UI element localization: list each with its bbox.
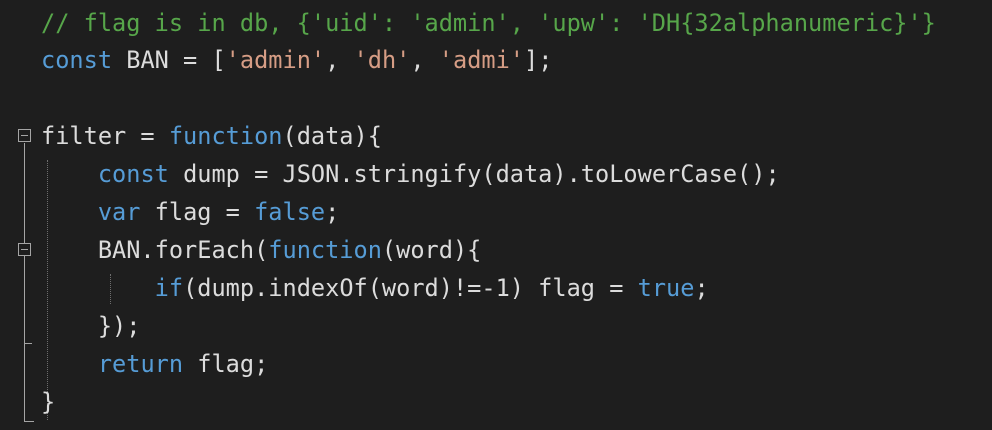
code-token-plain: BAN.forEach( [41, 236, 269, 264]
code-token-keyword: false [254, 198, 326, 226]
code-token-keyword: true [637, 274, 695, 302]
code-token-keyword: function [268, 236, 382, 264]
code-token-keyword: const [97, 160, 169, 188]
code-token-plain: dump = JSON.stringify(data).toLowerCase(… [168, 160, 780, 188]
code-editor[interactable]: // flag is in db, {'uid': 'admin', 'upw'… [0, 0, 992, 430]
code-line[interactable]: return flag; [41, 345, 268, 383]
code-token-plain: (dump.indexOf(word)!=-1) flag = [183, 274, 638, 302]
code-token-plain: ]; [524, 46, 553, 74]
code-token-string: 'admi' [438, 46, 525, 74]
code-line[interactable]: }); [41, 307, 141, 345]
code-token-keyword: return [97, 350, 184, 378]
fold-region-end [24, 343, 32, 344]
fold-region-end [24, 421, 34, 422]
code-token-plain: flag; [183, 350, 269, 378]
code-token-plain: (data){ [282, 122, 382, 150]
code-token-keyword: function [168, 122, 283, 150]
code-line[interactable]: const BAN = ['admin', 'dh', 'admi']; [41, 41, 552, 79]
fold-region-line [24, 143, 25, 421]
code-token-plain: } [41, 388, 56, 416]
code-token-string: 'dh' [353, 46, 411, 74]
code-token-plain: ; [325, 198, 340, 226]
code-token-plain: flag = [140, 198, 255, 226]
collapse-icon[interactable] [18, 129, 31, 142]
code-token-plain: }); [41, 312, 141, 340]
code-token-keyword: const [41, 46, 113, 74]
code-token-keyword: if [154, 274, 184, 302]
collapse-icon[interactable] [18, 243, 31, 256]
code-line[interactable]: if(dump.indexOf(word)!=-1) flag = true; [41, 269, 709, 307]
code-line[interactable]: var flag = false; [41, 193, 340, 231]
code-line[interactable]: } [41, 383, 55, 421]
code-token-plain: (word){ [381, 236, 482, 264]
code-token-comment: // flag is in db, {'uid': 'admin', 'upw'… [41, 9, 936, 37]
code-token-plain: , [410, 46, 439, 74]
code-line[interactable]: // flag is in db, {'uid': 'admin', 'upw'… [41, 4, 936, 42]
code-line[interactable]: filter = function(data){ [41, 117, 382, 155]
code-line[interactable]: const dump = JSON.stringify(data).toLowe… [41, 155, 780, 193]
code-token-plain: BAN = [ [112, 46, 226, 74]
code-token-plain: ; [694, 274, 709, 302]
code-token-plain: , [325, 46, 354, 74]
code-token-keyword: var [97, 198, 141, 226]
code-line[interactable]: BAN.forEach(function(word){ [41, 231, 482, 269]
code-token-plain: filter = [41, 122, 169, 150]
code-token-string: 'admin' [225, 46, 326, 74]
